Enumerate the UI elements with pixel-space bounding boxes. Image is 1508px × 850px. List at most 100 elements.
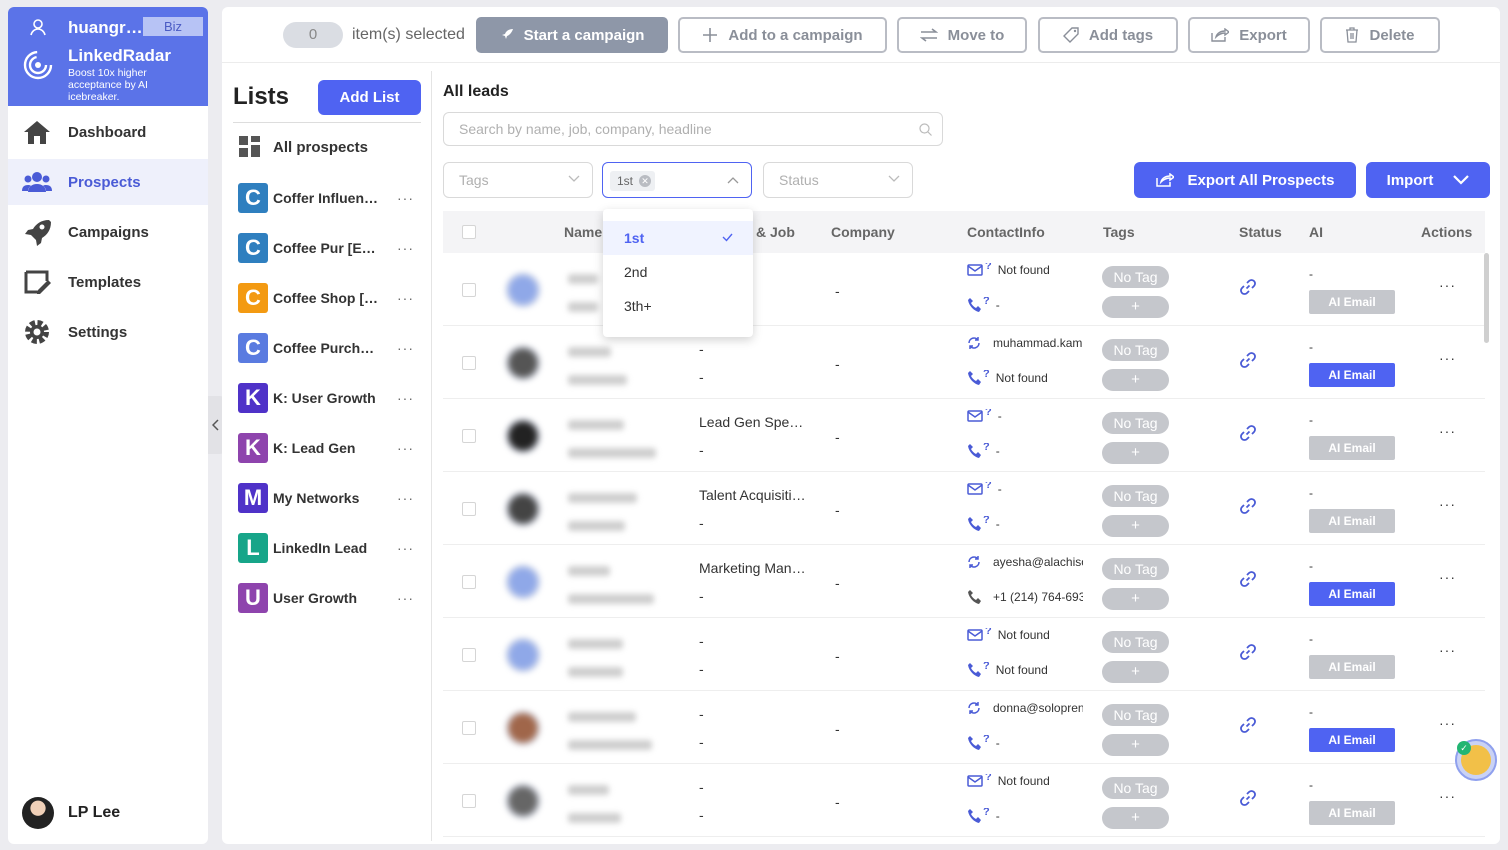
phone-contact[interactable]: ? Not found: [967, 662, 1083, 678]
phone-contact[interactable]: ? -: [967, 808, 1083, 824]
link-icon[interactable]: [1239, 789, 1257, 807]
list-item-all-prospects[interactable]: All prospects: [238, 131, 418, 163]
support-chat-avatar[interactable]: ✓: [1455, 739, 1497, 781]
list-item[interactable]: C Coffee Pur [E… ···: [238, 232, 418, 264]
email-contact[interactable]: muhammad.kami: [967, 336, 1083, 350]
row-checkbox[interactable]: [462, 575, 476, 589]
option-1st[interactable]: 1st: [603, 221, 753, 255]
start-campaign-button[interactable]: Start a campaign: [476, 17, 668, 53]
phone-contact[interactable]: ? -: [967, 735, 1083, 751]
ai-email-button[interactable]: AI Email: [1309, 655, 1395, 679]
ai-email-button[interactable]: AI Email: [1309, 436, 1395, 460]
table-row[interactable]: - - - ? Not found ? Not found No Tag + - A…: [443, 618, 1485, 691]
add-tag-button[interactable]: +: [1102, 296, 1169, 318]
nav-settings[interactable]: Settings: [8, 309, 208, 355]
list-item[interactable]: C Coffee Purchaser ···: [238, 332, 418, 364]
list-more-button[interactable]: ···: [397, 590, 414, 606]
add-tag-button[interactable]: +: [1102, 661, 1169, 683]
export-button[interactable]: Export: [1188, 17, 1310, 53]
add-tag-button[interactable]: +: [1102, 588, 1169, 610]
link-icon[interactable]: [1239, 570, 1257, 588]
phone-contact[interactable]: ? -: [967, 443, 1083, 459]
option-2nd[interactable]: 2nd: [603, 255, 753, 289]
email-contact[interactable]: ? -: [967, 409, 1083, 423]
delete-button[interactable]: Delete: [1320, 17, 1440, 53]
row-checkbox[interactable]: [462, 283, 476, 297]
row-actions-button[interactable]: ···: [1439, 423, 1456, 439]
add-tag-button[interactable]: +: [1102, 442, 1169, 464]
row-actions-button[interactable]: ···: [1439, 496, 1456, 512]
ai-email-button[interactable]: AI Email: [1309, 801, 1395, 825]
add-tags-button[interactable]: Add tags: [1038, 17, 1178, 53]
row-checkbox[interactable]: [462, 429, 476, 443]
export-all-prospects-button[interactable]: Export All Prospects: [1134, 162, 1356, 198]
email-contact[interactable]: ? -: [967, 482, 1083, 496]
row-actions-button[interactable]: ···: [1439, 569, 1456, 585]
status-filter[interactable]: Status: [763, 162, 913, 198]
link-icon[interactable]: [1239, 643, 1257, 661]
list-item[interactable]: U User Growth ···: [238, 582, 418, 614]
ai-email-button[interactable]: AI Email: [1309, 509, 1395, 533]
scrollbar[interactable]: [1484, 253, 1489, 343]
email-contact[interactable]: ? Not found: [967, 263, 1083, 277]
add-tag-button[interactable]: +: [1102, 515, 1169, 537]
phone-contact[interactable]: ? -: [967, 516, 1083, 532]
table-row[interactable]: Talent Acquisition - - ? - ? - No Tag + - …: [443, 472, 1485, 545]
row-checkbox[interactable]: [462, 721, 476, 735]
list-more-button[interactable]: ···: [397, 190, 414, 206]
table-row[interactable]: - ? Not found ? - No Tag + - AI Email ···: [443, 253, 1485, 326]
row-checkbox[interactable]: [462, 794, 476, 808]
row-checkbox[interactable]: [462, 648, 476, 662]
nav-prospects[interactable]: Prospects: [8, 159, 208, 205]
table-row[interactable]: - - - muhammad.kami ? Not found No Tag + …: [443, 326, 1485, 399]
list-item[interactable]: C Coffee Shop [… ···: [238, 282, 418, 314]
list-item[interactable]: L LinkedIn Lead ···: [238, 532, 418, 564]
list-item[interactable]: M My Networks ···: [238, 482, 418, 514]
list-item[interactable]: K K: Lead Gen ···: [238, 432, 418, 464]
nav-campaigns[interactable]: Campaigns: [8, 209, 208, 255]
ai-email-button[interactable]: AI Email: [1309, 582, 1395, 606]
link-icon[interactable]: [1239, 351, 1257, 369]
list-item[interactable]: K K: User Growth ···: [238, 382, 418, 414]
table-row[interactable]: - - - ? Not found ? - No Tag + - AI Email …: [443, 764, 1485, 837]
row-actions-button[interactable]: ···: [1439, 642, 1456, 658]
ai-email-button[interactable]: AI Email: [1309, 363, 1395, 387]
row-actions-button[interactable]: ···: [1439, 788, 1456, 804]
list-more-button[interactable]: ···: [397, 290, 414, 306]
link-icon[interactable]: [1239, 424, 1257, 442]
col-name[interactable]: Name: [564, 224, 602, 240]
email-contact[interactable]: ? Not found: [967, 774, 1083, 788]
list-item[interactable]: C Coffer Influencer ···: [238, 182, 418, 214]
phone-contact[interactable]: +1 (214) 764-693: [967, 589, 1083, 605]
table-row[interactable]: Lead Gen Specialist - - ?- ?- No Tag + -…: [443, 399, 1485, 472]
add-tag-button[interactable]: +: [1102, 734, 1169, 756]
list-more-button[interactable]: ···: [397, 490, 414, 506]
phone-contact[interactable]: ? -: [967, 297, 1083, 313]
selected-chip[interactable]: 1st ✕: [610, 171, 656, 191]
add-to-campaign-button[interactable]: Add to a campaign: [678, 17, 887, 53]
add-list-button[interactable]: Add List: [318, 80, 421, 115]
add-tag-button[interactable]: +: [1102, 369, 1169, 391]
nav-dashboard[interactable]: Dashboard: [8, 109, 208, 155]
phone-contact[interactable]: ? Not found: [967, 370, 1083, 386]
row-checkbox[interactable]: [462, 356, 476, 370]
email-contact[interactable]: ayesha@alachisoft: [967, 555, 1083, 569]
move-to-button[interactable]: Move to: [897, 17, 1027, 53]
import-button[interactable]: Import: [1366, 162, 1490, 198]
link-icon[interactable]: [1239, 716, 1257, 734]
email-contact[interactable]: donna@solopreneur: [967, 701, 1083, 715]
row-checkbox[interactable]: [462, 502, 476, 516]
link-icon[interactable]: [1239, 278, 1257, 296]
select-all-checkbox[interactable]: [462, 225, 476, 239]
username[interactable]: huangr…: [68, 18, 148, 38]
tags-filter[interactable]: Tags: [443, 162, 593, 198]
connection-level-filter[interactable]: 1st ✕: [602, 162, 752, 198]
user-icon[interactable]: [28, 17, 48, 37]
nav-templates[interactable]: Templates: [8, 259, 208, 305]
current-user[interactable]: LP Lee: [22, 797, 120, 829]
ai-email-button[interactable]: AI Email: [1309, 728, 1395, 752]
list-more-button[interactable]: ···: [397, 340, 414, 356]
row-actions-button[interactable]: ···: [1439, 715, 1456, 731]
row-actions-button[interactable]: ···: [1439, 277, 1456, 293]
close-icon[interactable]: ✕: [639, 175, 652, 187]
